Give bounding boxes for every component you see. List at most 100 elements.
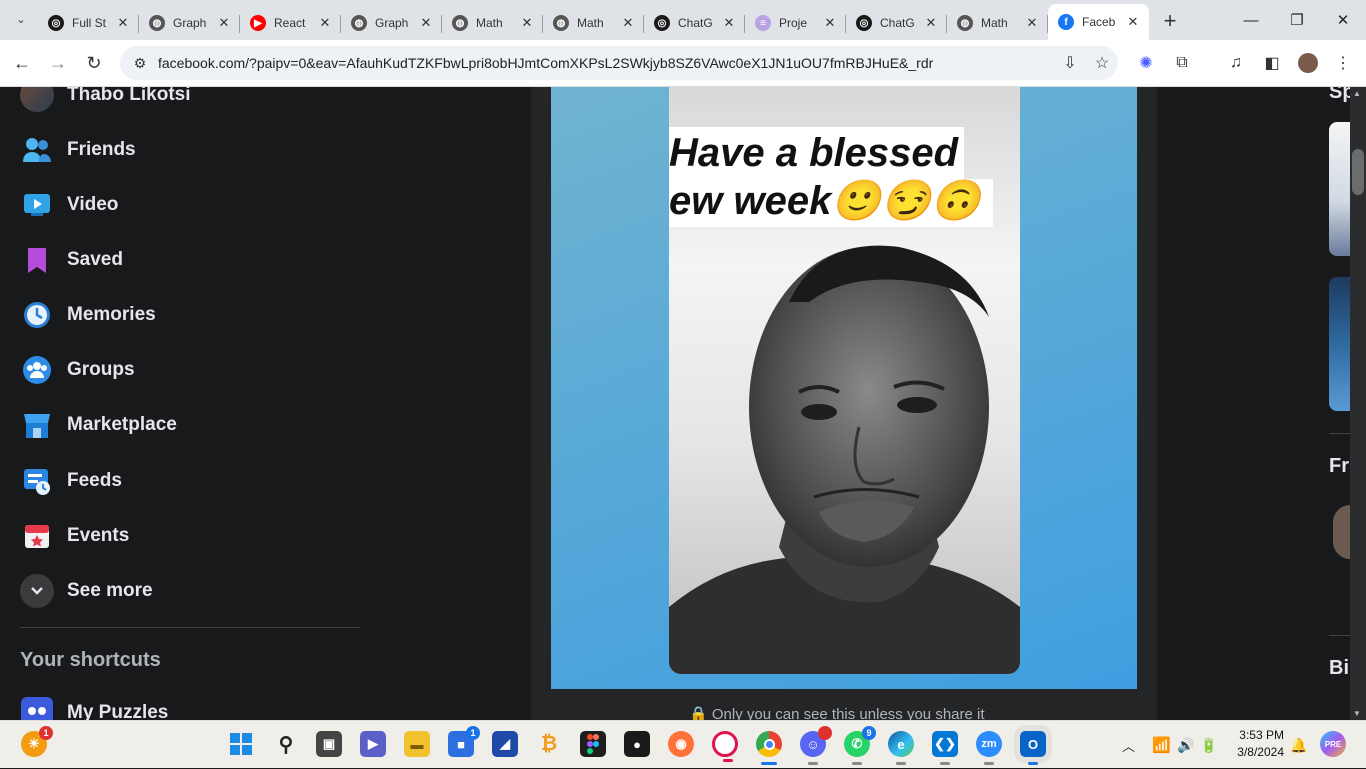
chrome-icon[interactable] bbox=[756, 731, 782, 765]
globe-icon: ◍ bbox=[957, 15, 973, 31]
copilot-icon[interactable]: PRE bbox=[1320, 731, 1346, 757]
sidebar-item-see-more[interactable]: See more bbox=[20, 567, 153, 615]
browser-tab[interactable]: ◍ Math ✕ bbox=[543, 6, 644, 40]
browser-tab[interactable]: ▶ React ✕ bbox=[240, 6, 341, 40]
microsoft-store-icon[interactable]: ■ 1 bbox=[448, 726, 480, 757]
github-icon[interactable]: ● bbox=[624, 731, 650, 757]
reload-button[interactable]: ↻ bbox=[76, 45, 112, 81]
browser-tab[interactable]: ◎ ChatG ✕ bbox=[644, 6, 745, 40]
close-tab-icon[interactable]: ✕ bbox=[1024, 15, 1040, 31]
sidebar-item-memories[interactable]: Memories bbox=[20, 291, 156, 339]
sidebar-item-label: My Puzzles bbox=[67, 702, 169, 720]
opera-icon[interactable] bbox=[712, 731, 738, 762]
browser-tab[interactable]: f Faceb ✕ bbox=[1048, 4, 1149, 40]
browser-tab[interactable]: ≡ Proje ✕ bbox=[745, 6, 846, 40]
browser-menu-icon[interactable]: ⋮ bbox=[1326, 46, 1360, 80]
sidebar-item-feeds[interactable]: Feeds bbox=[20, 457, 122, 505]
vector-app-icon[interactable]: ◢ bbox=[492, 731, 518, 757]
browser-toolbar: ← → ↻ ⚙ facebook.com/?paipv=0&eav=AfauhK… bbox=[0, 40, 1366, 87]
weather-icon[interactable]: ☀ 1 bbox=[21, 726, 53, 757]
close-tab-icon[interactable]: ✕ bbox=[822, 15, 838, 31]
sidebar-item-marketplace[interactable]: Marketplace bbox=[20, 401, 177, 449]
close-tab-icon[interactable]: ✕ bbox=[923, 15, 939, 31]
browser-tab[interactable]: ◎ ChatG ✕ bbox=[846, 6, 947, 40]
scroll-up-icon[interactable]: ▲ bbox=[1353, 89, 1361, 98]
notification-bell-icon[interactable]: 🔔 bbox=[1290, 721, 1307, 769]
zoom-icon[interactable]: zm bbox=[976, 731, 1002, 765]
tab-search-button[interactable]: ⌄ bbox=[8, 6, 34, 32]
back-button[interactable]: ← bbox=[4, 45, 40, 81]
close-tab-icon[interactable]: ✕ bbox=[216, 15, 232, 31]
media-control-icon[interactable]: ♫ bbox=[1219, 46, 1253, 80]
browser-tab[interactable]: ◍ Math ✕ bbox=[947, 6, 1048, 40]
tab-title: ChatG bbox=[678, 16, 713, 30]
wifi-icon[interactable]: 📶 bbox=[1152, 721, 1171, 769]
close-window-button[interactable]: ✕ bbox=[1320, 0, 1366, 40]
avatar[interactable] bbox=[1333, 505, 1350, 559]
maximize-button[interactable]: ❐ bbox=[1274, 0, 1320, 40]
file-explorer-icon[interactable]: ▬ bbox=[404, 731, 430, 757]
minimize-button[interactable]: — bbox=[1228, 0, 1274, 40]
outlook-icon[interactable]: O bbox=[1014, 725, 1052, 765]
sponsored-ad-image[interactable] bbox=[1329, 277, 1350, 411]
friend-requests-heading: Fr bbox=[1329, 455, 1349, 477]
sidebar-profile[interactable]: Thabo Likotsi bbox=[20, 87, 191, 119]
new-tab-button[interactable]: + bbox=[1155, 6, 1185, 36]
start-menu-icon[interactable] bbox=[228, 731, 254, 757]
vscode-icon[interactable]: ❮❯ bbox=[932, 731, 958, 765]
close-tab-icon[interactable]: ✕ bbox=[317, 15, 333, 31]
sidebar-item-label: See more bbox=[67, 580, 153, 601]
discord-icon[interactable]: ☺ bbox=[800, 726, 832, 765]
browser-tab[interactable]: ◍ Graph ✕ bbox=[341, 6, 442, 40]
scrollbar-thumb[interactable] bbox=[1352, 149, 1364, 195]
search-icon[interactable]: ⚲ bbox=[273, 731, 299, 757]
globe-icon: ◍ bbox=[452, 15, 468, 31]
sponsored-ad-image[interactable] bbox=[1329, 122, 1350, 256]
profile-avatar[interactable] bbox=[1291, 46, 1325, 80]
figma-icon[interactable] bbox=[580, 731, 606, 757]
system-clock[interactable]: 3:53 PM 3/8/2024 bbox=[1226, 727, 1284, 761]
volume-icon[interactable]: 🔊 bbox=[1177, 721, 1194, 769]
close-tab-icon[interactable]: ✕ bbox=[115, 15, 131, 31]
scroll-down-icon[interactable]: ▼ bbox=[1353, 709, 1361, 718]
browser-tab[interactable]: ◎ Full St ✕ bbox=[38, 6, 139, 40]
tray-overflow-icon[interactable]: ︿ bbox=[1122, 721, 1135, 769]
browser-tab[interactable]: ◍ Math ✕ bbox=[442, 6, 543, 40]
story-card[interactable]: Have a blessed ew week🙂😏🙃 bbox=[551, 87, 1137, 689]
sidebar-item-events[interactable]: Events bbox=[20, 512, 129, 560]
battery-icon[interactable]: 🔋 bbox=[1200, 721, 1217, 769]
extension-icon[interactable]: ✺ bbox=[1129, 46, 1163, 80]
close-tab-icon[interactable]: ✕ bbox=[721, 15, 737, 31]
sidebar-item-friends[interactable]: Friends bbox=[20, 126, 136, 174]
sidebar-item-label: Feeds bbox=[67, 470, 122, 491]
close-tab-icon[interactable]: ✕ bbox=[1125, 14, 1141, 30]
bitcoin-app-icon[interactable]: ₿ bbox=[536, 731, 562, 757]
extensions-puzzle-icon[interactable]: ⧉ bbox=[1165, 46, 1199, 80]
close-tab-icon[interactable]: ✕ bbox=[519, 15, 535, 31]
shortcut-my-puzzles[interactable]: My Puzzles bbox=[20, 689, 168, 720]
whatsapp-icon[interactable]: ✆ 9 bbox=[844, 726, 876, 765]
task-view-icon[interactable]: ▣ bbox=[316, 731, 342, 757]
globe-icon: ◍ bbox=[149, 15, 165, 31]
side-panel-icon[interactable]: ◧ bbox=[1255, 46, 1289, 80]
install-app-icon[interactable]: ⇩ bbox=[1054, 53, 1086, 73]
firefox-icon[interactable]: ◉ bbox=[668, 731, 694, 757]
sidebar-item-label: Groups bbox=[67, 359, 135, 380]
close-tab-icon[interactable]: ✕ bbox=[418, 15, 434, 31]
close-tab-icon[interactable]: ✕ bbox=[620, 15, 636, 31]
sidebar-item-saved[interactable]: Saved bbox=[20, 236, 123, 284]
site-info-icon[interactable]: ⚙ bbox=[126, 55, 154, 72]
url-text[interactable]: facebook.com/?paipv=0&eav=AfauhKudTZKFbw… bbox=[158, 55, 1054, 71]
edge-icon[interactable]: e bbox=[888, 731, 914, 765]
forward-button[interactable]: → bbox=[40, 45, 76, 81]
teams-icon[interactable]: ▶ bbox=[360, 731, 386, 757]
sidebar-item-groups[interactable]: Groups bbox=[20, 346, 135, 394]
bookmark-star-icon[interactable]: ☆ bbox=[1086, 53, 1118, 73]
sidebar-item-label: Events bbox=[67, 525, 130, 546]
openai-icon: ◎ bbox=[48, 15, 64, 31]
address-bar[interactable]: ⚙ facebook.com/?paipv=0&eav=AfauhKudTZKF… bbox=[120, 46, 1118, 80]
sidebar-item-video[interactable]: Video bbox=[20, 181, 118, 229]
tab-title: Math bbox=[476, 16, 503, 30]
browser-tab[interactable]: ◍ Graph ✕ bbox=[139, 6, 240, 40]
story-photo: Have a blessed ew week🙂😏🙃 bbox=[669, 87, 1020, 674]
